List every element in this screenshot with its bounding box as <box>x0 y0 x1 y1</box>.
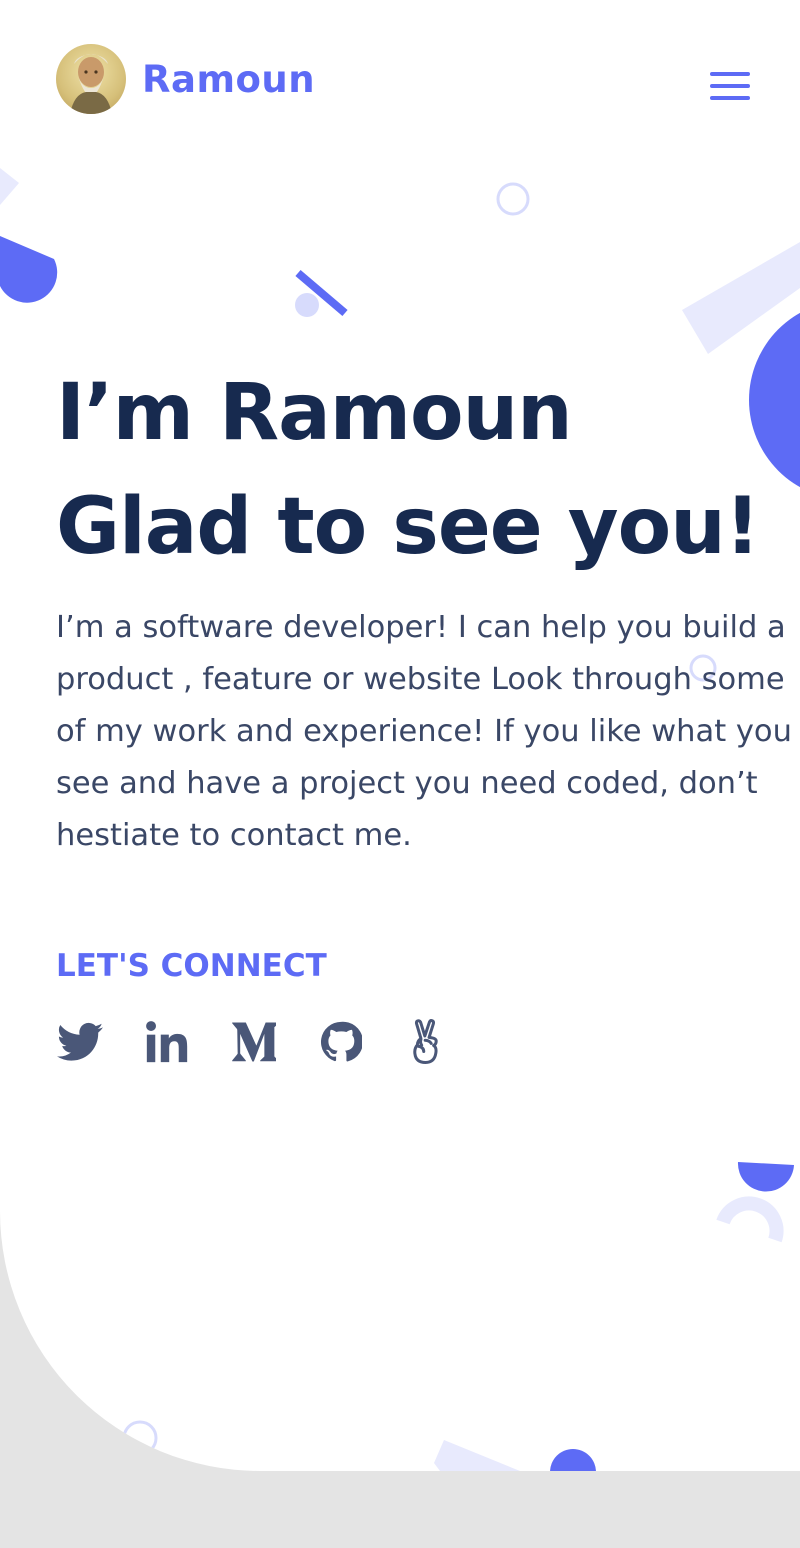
linkedin-icon[interactable] <box>143 1018 191 1066</box>
social-links <box>56 1018 491 1066</box>
twitter-icon[interactable] <box>56 1018 104 1066</box>
github-icon[interactable] <box>317 1018 365 1066</box>
deco-blue-half-circle-left <box>0 236 58 303</box>
deco-light-bar-topleft <box>0 168 19 205</box>
deco-ring-bottom <box>122 1420 158 1456</box>
deco-light-bar-bottom <box>434 1440 520 1471</box>
deco-ring-top <box>496 182 530 216</box>
hero-title-line-1: I’m Ramoun <box>56 368 573 458</box>
deco-light-dot <box>295 293 319 317</box>
intro-paragraph: I’m a software developer! I can help you… <box>56 610 792 853</box>
bearded-man-portrait-icon <box>56 44 126 114</box>
hero-title: I’m Ramoun Glad to see you! <box>56 356 760 584</box>
hamburger-menu-icon[interactable] <box>710 72 750 102</box>
deco-blue-circle-bottom <box>550 1449 596 1471</box>
brand-link[interactable]: Ramoun <box>56 44 315 114</box>
hero-section: Ramoun I’m Ramoun Glad to see you! I’m a… <box>0 0 800 1471</box>
medium-icon[interactable] <box>230 1018 278 1066</box>
deco-blue-half-circle-lower <box>737 1162 794 1192</box>
brand-name: Ramoun <box>142 57 316 101</box>
deco-light-arc <box>716 1196 784 1243</box>
connect-heading: LET'S CONNECT <box>56 948 327 984</box>
angellist-icon[interactable] <box>404 1018 452 1066</box>
hero-title-line-2: Glad to see you! <box>56 482 760 572</box>
site-header: Ramoun <box>56 44 756 114</box>
